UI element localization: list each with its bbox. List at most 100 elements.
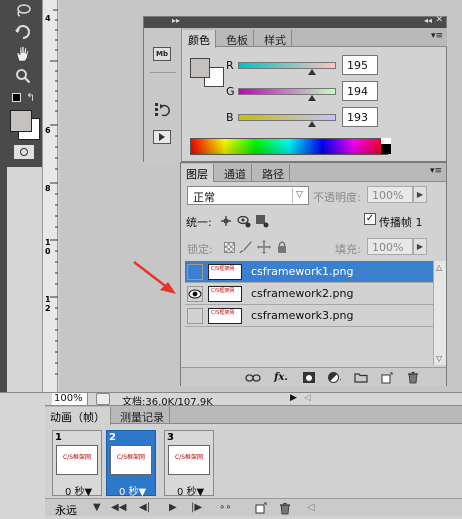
frame-thumbnail-text: C/S框架网 xyxy=(116,454,146,461)
fill-input[interactable]: 100% xyxy=(367,238,413,255)
green-label: G xyxy=(226,85,235,98)
unify-position-icon[interactable] xyxy=(219,214,233,228)
mini-bridge-icon[interactable]: Mb xyxy=(153,46,171,62)
scroll-down-icon[interactable]: ▽ xyxy=(436,354,442,363)
adjustment-layer-icon[interactable]: . xyxy=(327,371,343,384)
foreground-color-swatch[interactable] xyxy=(10,110,32,132)
layers-menu-icon[interactable]: ▾≡ xyxy=(430,166,442,176)
unify-label: 统一: xyxy=(186,216,212,229)
lasso-tool-icon[interactable] xyxy=(12,0,34,20)
ruler-label: 6 xyxy=(45,126,51,135)
default-colors-icon[interactable] xyxy=(12,93,21,102)
play-icon[interactable]: ▶ xyxy=(169,502,177,513)
tab-measurement-log[interactable]: 测量记录 xyxy=(115,407,170,424)
red-value-input[interactable]: 195 xyxy=(342,55,378,75)
new-group-folder-icon[interactable] xyxy=(353,371,369,384)
layer-name[interactable]: csframework3.png xyxy=(251,309,353,322)
lock-transparency-icon[interactable] xyxy=(222,240,236,254)
scroll-up-icon[interactable]: △ xyxy=(436,263,442,272)
delete-frame-trash-icon[interactable] xyxy=(279,502,291,518)
blue-value-input[interactable]: 193 xyxy=(342,107,378,127)
scroll-left-icon[interactable]: ◁ xyxy=(307,502,315,513)
layers-scrollbar[interactable]: △ ▽ xyxy=(433,261,446,365)
layer-row[interactable]: C/S框架网 csframework1.png xyxy=(185,261,433,283)
blue-slider-thumb[interactable] xyxy=(308,121,317,127)
tab-color[interactable]: 颜色 xyxy=(183,30,216,48)
color-foreground-swatch[interactable] xyxy=(190,58,210,78)
lock-position-move-icon[interactable] xyxy=(257,240,271,254)
fill-arrow-icon[interactable]: ▶ xyxy=(413,238,427,255)
color-panel-titlebar[interactable]: ▸▸ ◂◂ ✕ xyxy=(144,15,446,28)
quick-mask-icon[interactable] xyxy=(14,145,34,159)
layer-row[interactable]: C/S框架网 csframework3.png xyxy=(185,305,433,327)
layer-thumbnail-text: C/S框架网 xyxy=(211,310,235,316)
hand-tool-icon[interactable] xyxy=(12,44,34,64)
rotate-view-tool-icon[interactable] xyxy=(12,22,34,42)
visibility-toggle[interactable] xyxy=(187,308,203,324)
actions-play-icon[interactable] xyxy=(153,129,171,145)
tab-swatches[interactable]: 色板 xyxy=(221,30,254,47)
status-menu-arrow-icon[interactable]: ▶ xyxy=(290,393,297,403)
loop-dropdown-icon[interactable]: ▼ xyxy=(93,502,101,513)
zoom-level-input[interactable]: 100% xyxy=(52,393,88,405)
previous-frame-icon[interactable]: ◀| xyxy=(139,502,150,513)
propagate-label: 传播帧 1 xyxy=(379,216,423,229)
first-frame-icon[interactable]: ◀◀ xyxy=(111,502,126,513)
unify-visibility-icon[interactable] xyxy=(237,214,251,228)
swap-colors-icon[interactable]: ↰ xyxy=(26,91,35,104)
red-slider-thumb[interactable] xyxy=(308,69,317,75)
duplicate-frame-icon[interactable] xyxy=(255,502,267,517)
next-frame-icon[interactable]: |▶ xyxy=(191,502,202,513)
delete-layer-trash-icon[interactable] xyxy=(405,371,421,384)
animation-frame[interactable]: 2 C/S框架网 0 秒▼ xyxy=(106,430,156,498)
expand-icon[interactable]: ▸▸ xyxy=(172,16,180,25)
visibility-toggle[interactable] xyxy=(187,264,203,280)
tab-paths[interactable]: 路径 xyxy=(257,164,290,181)
visibility-toggle[interactable] xyxy=(187,286,203,302)
frame-delay[interactable]: 0 秒▼ xyxy=(65,483,92,498)
animation-frame[interactable]: 3 C/S框架网 0 秒▼ xyxy=(164,430,214,498)
add-mask-icon[interactable] xyxy=(301,371,317,384)
tab-layers[interactable]: 图层 xyxy=(181,164,214,182)
spectrum-black-swatch[interactable] xyxy=(381,144,391,154)
green-slider-thumb[interactable] xyxy=(308,95,317,101)
layer-name[interactable]: csframework1.png xyxy=(251,265,353,278)
red-slider[interactable] xyxy=(238,62,336,69)
frame-thumbnail: C/S框架网 xyxy=(168,445,210,475)
layer-style-fx-icon[interactable]: fx. xyxy=(273,371,289,384)
animation-frame[interactable]: 1 C/S框架网 0 秒▼ xyxy=(52,430,102,498)
frame-delay[interactable]: 0 秒▼ xyxy=(177,483,204,498)
opacity-input[interactable]: 100% xyxy=(367,186,413,203)
blend-mode-select[interactable]: 正常 ▽ xyxy=(187,186,309,205)
zoom-tool-icon[interactable] xyxy=(12,66,34,86)
new-layer-icon[interactable] xyxy=(379,371,395,384)
color-spectrum[interactable] xyxy=(190,138,388,155)
green-slider[interactable] xyxy=(238,88,336,95)
tab-channels[interactable]: 通道 xyxy=(219,164,252,181)
tween-icon[interactable]: ∘∘ xyxy=(219,502,232,513)
fill-label: 填充: xyxy=(335,243,361,256)
tab-animation-frames[interactable]: 动画（帧） xyxy=(45,407,111,425)
blue-slider[interactable] xyxy=(238,114,336,121)
scroll-left-icon[interactable]: ◁ xyxy=(304,393,311,403)
opacity-arrow-icon[interactable]: ▶ xyxy=(413,186,427,203)
tab-styles[interactable]: 样式 xyxy=(259,30,292,47)
layer-name[interactable]: csframework2.png xyxy=(251,287,353,300)
link-layers-icon[interactable] xyxy=(245,371,261,384)
propagate-checkbox[interactable]: ✓ xyxy=(364,213,376,225)
frame-delay[interactable]: 0 秒▼ xyxy=(119,483,146,498)
collapse-icon[interactable]: ◂◂ xyxy=(424,16,432,25)
history-icon[interactable] xyxy=(153,102,171,118)
loop-select[interactable]: 永远 xyxy=(55,502,77,518)
lock-pixels-brush-icon[interactable] xyxy=(239,240,253,254)
ruler-ticks xyxy=(50,9,58,375)
close-icon[interactable]: ✕ xyxy=(435,15,443,25)
green-value-input[interactable]: 194 xyxy=(342,81,378,101)
status-options-icon[interactable] xyxy=(96,393,110,405)
panel-menu-icon[interactable]: ▾≡ xyxy=(431,31,443,41)
lock-all-icon[interactable] xyxy=(275,240,289,254)
layer-thumbnail-text: C/S框架网 xyxy=(211,288,235,294)
unify-style-icon[interactable] xyxy=(255,214,269,228)
layer-row[interactable]: C/S框架网 csframework2.png xyxy=(185,283,433,305)
layers-panel-tabs: 图层 通道 路径 ▾≡ xyxy=(181,163,446,182)
